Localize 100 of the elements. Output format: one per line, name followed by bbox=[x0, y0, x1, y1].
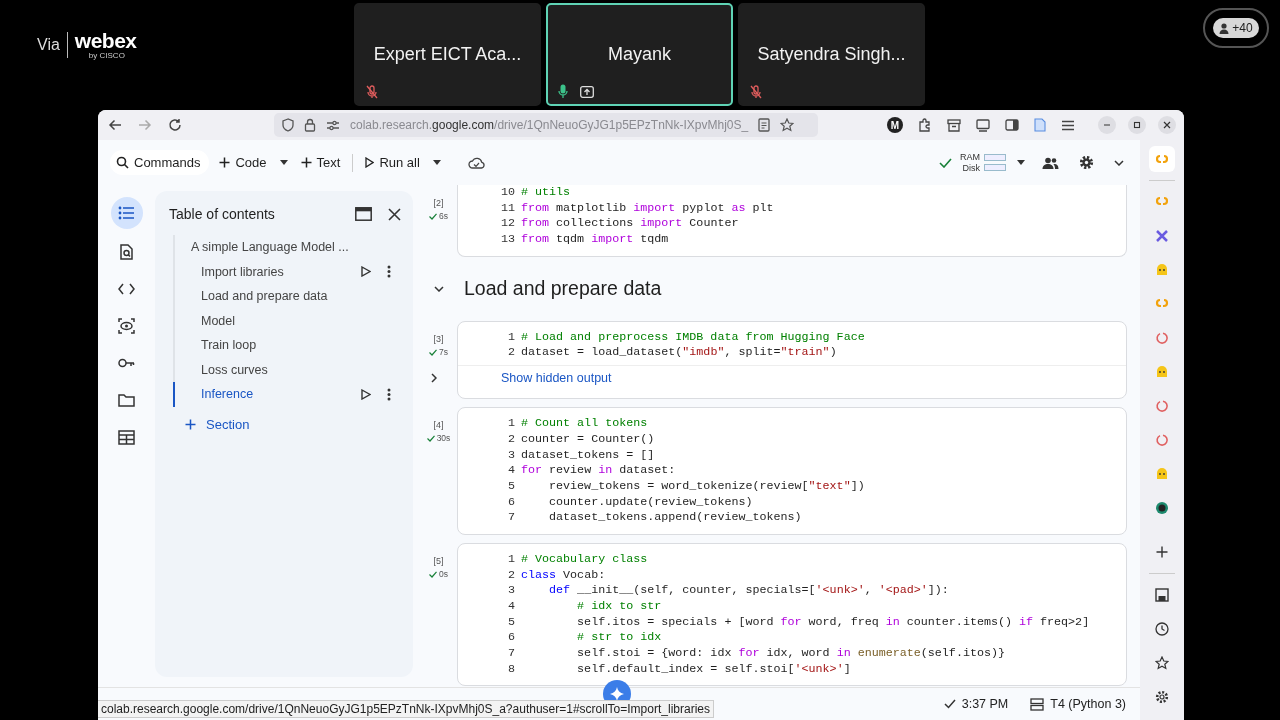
play-icon bbox=[361, 388, 371, 400]
archive-button[interactable] bbox=[947, 118, 961, 132]
run-section-button[interactable] bbox=[361, 266, 371, 278]
more-options-button[interactable] bbox=[387, 387, 391, 401]
menu-button[interactable] bbox=[1061, 119, 1075, 131]
profile-avatar[interactable]: M bbox=[887, 117, 903, 133]
run-section-button[interactable] bbox=[361, 388, 371, 400]
line-number: 8 bbox=[507, 661, 516, 678]
chevron-down-icon bbox=[433, 285, 444, 292]
sidebar-icon bbox=[1005, 119, 1019, 131]
command-palette-button[interactable]: Commands bbox=[110, 150, 210, 175]
screen-button[interactable] bbox=[976, 118, 990, 132]
toc-entry[interactable]: Import libraries bbox=[201, 264, 361, 279]
cross-tools-icon bbox=[1155, 229, 1169, 243]
add-cell-button[interactable]: Code bbox=[213, 151, 273, 174]
resources-button[interactable]: RAM Disk bbox=[960, 151, 1006, 174]
attendees-button[interactable]: +40 bbox=[1203, 8, 1269, 48]
line-number: 2 bbox=[507, 431, 516, 448]
open-in-tab-button[interactable] bbox=[355, 207, 372, 221]
line-number: 6 bbox=[507, 494, 516, 511]
toc-entry[interactable]: Inference bbox=[201, 387, 361, 402]
add-section-button[interactable]: Section bbox=[185, 416, 401, 432]
link-icon bbox=[1155, 153, 1169, 165]
window-icon bbox=[355, 207, 372, 221]
output-toggle[interactable] bbox=[431, 373, 437, 384]
line-number: 10 bbox=[499, 185, 516, 201]
execution-count: [4] bbox=[433, 419, 444, 433]
execution-count: [5] bbox=[433, 554, 444, 568]
code-line: self.itos = specials + [word for word, freq in counter.items() if freq>2] bbox=[576, 614, 1090, 631]
close-icon bbox=[388, 207, 401, 221]
participant-tile[interactable]: Expert EICT Aca... bbox=[354, 3, 541, 106]
smiley-icon bbox=[1155, 467, 1169, 481]
code-line: from matplotlib import pyplot as plt bbox=[521, 200, 774, 217]
reload-icon bbox=[168, 118, 182, 132]
search-icon bbox=[116, 156, 129, 169]
section-heading: Load and prepare data bbox=[464, 277, 662, 301]
restore-button[interactable] bbox=[1128, 116, 1146, 134]
settings-icon bbox=[1079, 155, 1094, 170]
disk-label: Disk bbox=[962, 162, 980, 174]
code-line: # str to idx bbox=[576, 630, 662, 647]
list-tab[interactable] bbox=[110, 197, 143, 229]
run-duration: 0s bbox=[439, 567, 448, 581]
smiley-icon bbox=[1155, 365, 1169, 379]
more-options-button[interactable] bbox=[387, 265, 391, 279]
toc-entry[interactable]: A simple Language Model ... bbox=[191, 240, 401, 255]
close-button[interactable] bbox=[1158, 116, 1176, 134]
line-number: 5 bbox=[507, 478, 516, 495]
find-document-icon bbox=[118, 243, 135, 260]
caret-icon bbox=[279, 160, 288, 165]
add-cell-button[interactable]: Text bbox=[294, 151, 347, 174]
line-number: 1 bbox=[507, 329, 516, 346]
address-bar[interactable]: colab.research.google.com/drive/1QnNeuoGyJG1p5EPzTnNk-IXpvMhj0S_ bbox=[274, 113, 818, 137]
play-icon bbox=[361, 266, 371, 278]
people-icon bbox=[1042, 156, 1059, 169]
clock-icon bbox=[1155, 622, 1169, 636]
code-line: from tqdm import tqdm bbox=[521, 232, 669, 248]
close-icon bbox=[1163, 121, 1171, 129]
shield-icon bbox=[282, 118, 294, 132]
code-line: # utils bbox=[521, 185, 571, 201]
play-icon bbox=[365, 157, 375, 168]
settings-icon bbox=[1155, 690, 1169, 704]
run-all-button[interactable]: Run all bbox=[359, 151, 426, 174]
code-cell[interactable] bbox=[457, 407, 1127, 535]
sidebar-toggle-button[interactable] bbox=[1005, 119, 1019, 131]
ring-icon bbox=[1155, 399, 1169, 413]
participant-name: Mayank bbox=[608, 44, 671, 65]
server-icon bbox=[1030, 697, 1045, 711]
more-vertical-icon bbox=[387, 387, 391, 401]
code-line: review_tokens = word_tokenize(review["text"]) bbox=[548, 478, 865, 495]
minimize-button[interactable] bbox=[1098, 116, 1116, 134]
save-icon bbox=[1155, 588, 1169, 602]
chevron-right-icon bbox=[431, 373, 437, 384]
table-icon bbox=[118, 428, 135, 445]
toc-entry[interactable]: Load and prepare data bbox=[201, 289, 401, 304]
toc-entry[interactable]: Train loop bbox=[201, 338, 401, 353]
participant-name: Satyendra Singh... bbox=[757, 44, 906, 65]
code-cell[interactable]: 10 # utils 11 from matplotlib import pyplot as plt 12 from collections import Counter 13 from tqdm import tqdm bbox=[457, 185, 1127, 257]
show-output-link[interactable]: Show hidden output bbox=[501, 371, 612, 386]
plus-icon bbox=[185, 418, 196, 430]
line-number: 11 bbox=[499, 200, 516, 217]
participant-tile[interactable]: Satyendra Singh... bbox=[738, 3, 925, 106]
toc-entry[interactable]: Model bbox=[201, 313, 401, 328]
extensions-button[interactable] bbox=[918, 118, 932, 132]
code-cell[interactable] bbox=[457, 542, 1127, 687]
eye-icon bbox=[118, 317, 135, 334]
more-vertical-icon bbox=[387, 265, 391, 279]
code-line: dataset_tokens = [] bbox=[521, 447, 655, 464]
caret-icon bbox=[432, 160, 441, 165]
toc-entry[interactable]: Loss curves bbox=[201, 362, 401, 377]
reload-button[interactable] bbox=[168, 118, 182, 132]
code-line: counter = Counter() bbox=[521, 431, 655, 448]
list-icon bbox=[118, 205, 135, 221]
participant-tile[interactable]: Mayank bbox=[546, 3, 733, 106]
code-line: from collections import Counter bbox=[521, 216, 739, 233]
runtime-label: T4 (Python 3) bbox=[1050, 697, 1126, 711]
smiley-icon bbox=[1155, 263, 1169, 277]
document-icon bbox=[1034, 118, 1046, 132]
close-panel-button[interactable] bbox=[388, 207, 401, 221]
back-button[interactable] bbox=[108, 119, 122, 131]
line-number: 2 bbox=[507, 567, 516, 584]
